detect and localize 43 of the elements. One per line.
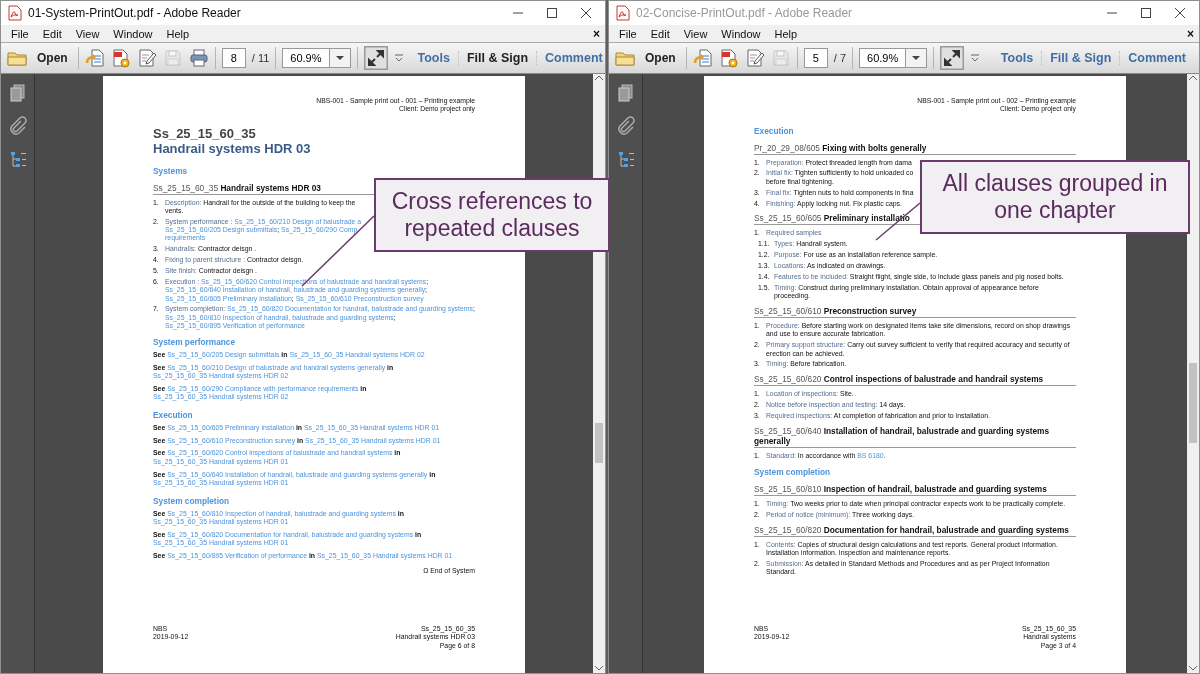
section-heading: System performance [153,336,237,348]
section-heading: Systems [153,165,189,177]
toolbar-tab[interactable]: Fill & Sign [457,51,537,65]
menu-item[interactable]: View [68,27,107,40]
document-code: Ss_25_15_60_35 [153,125,257,141]
clause-heading: Ss_25_15_60/640 Installation of handrail, balustrade and guarding systems generally [754,426,1076,449]
toolbar-tab[interactable]: Comment [1119,51,1194,65]
zoom-field[interactable]: 60.9% [859,48,907,68]
page-number-field[interactable]: 5 [803,48,828,68]
menu-item[interactable]: View [676,27,715,40]
close-document-button[interactable]: × [593,26,605,41]
zoom-field[interactable]: 60.9% [282,48,330,68]
menu-item[interactable]: Edit [35,27,69,40]
open-button[interactable]: Open [614,48,680,68]
section-heading: System completion [153,495,231,507]
section-heading: Execution [754,125,795,137]
menu-item[interactable]: Window [106,27,160,40]
toolbar-tab[interactable]: Fill & Sign [1041,51,1120,65]
close-document-button[interactable]: × [1187,26,1199,41]
page-count: / 11 [251,52,270,64]
menu-item[interactable]: Help [767,27,805,40]
clause-heading: Ss_25_15_60/810 Inspection of handrail, balustrade and guarding systems [754,483,1076,496]
window-title: 01-System-PrintOut.pdf - Adobe Reader [28,6,241,20]
menu-item[interactable]: File [612,27,644,40]
menu-item[interactable]: Edit [643,27,677,40]
document-title: Handrail systems HDR 03 [153,140,312,156]
menu-item[interactable]: File [4,27,36,40]
section-heading: System completion [754,466,832,478]
menu-item[interactable]: Help [159,27,197,40]
page-number-field[interactable]: 8 [221,48,246,68]
clause-heading: Ss_25_15_60/620 Control inspections of balustrade and handrail systems [754,374,1076,387]
clause-heading: Pr_20_29_08/605 Fixing with bolts generally [754,142,1076,155]
callout-box: Cross references to repeated clauses [374,178,610,252]
toolbar-tab[interactable]: Tools [409,51,458,65]
callout-box: All clauses grouped in one chapter [920,160,1190,234]
window-title: 02-Concise-PrintOut.pdf - Adobe Reader [636,6,853,20]
section-heading: Execution [153,409,194,421]
clause-heading: Ss_25_15_60/610 Preconstruction survey [754,306,1076,319]
clause-heading: Ss_25_15_60/820 Documentation for handrail, balustrade and guarding systems [754,524,1076,537]
open-button[interactable]: Open [6,48,72,68]
page-count: / 7 [833,52,847,64]
toolbar-tab[interactable]: Tools [992,51,1042,65]
menu-item[interactable]: Window [714,27,768,40]
